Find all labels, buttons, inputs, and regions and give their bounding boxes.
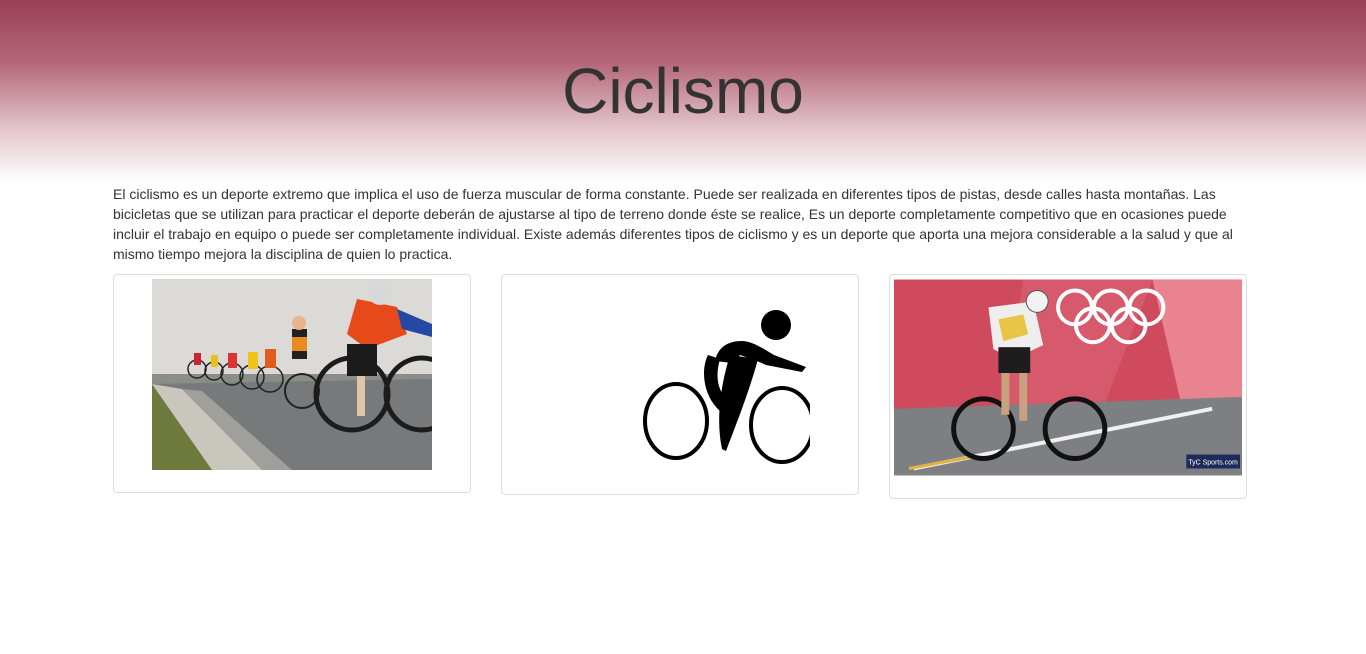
image-card-pictogram: [501, 274, 859, 495]
intro-paragraph: El ciclismo es un deporte extremo que im…: [113, 186, 1233, 262]
page-title: Ciclismo: [562, 55, 804, 127]
page-header: Ciclismo: [0, 0, 1366, 182]
image-card-olympic-rider: TyC Sports.com: [889, 274, 1247, 499]
image-gallery: TyC Sports.com: [113, 274, 1253, 499]
photo-watermark: TyC Sports.com: [1188, 460, 1238, 467]
main-content: El ciclismo es un deporte extremo que im…: [113, 184, 1253, 499]
peloton-photo: [152, 279, 432, 470]
cycling-pictogram-icon: [643, 310, 810, 464]
image-card-peloton: [113, 274, 471, 493]
olympic-cyclist-photo: TyC Sports.com: [894, 279, 1242, 476]
